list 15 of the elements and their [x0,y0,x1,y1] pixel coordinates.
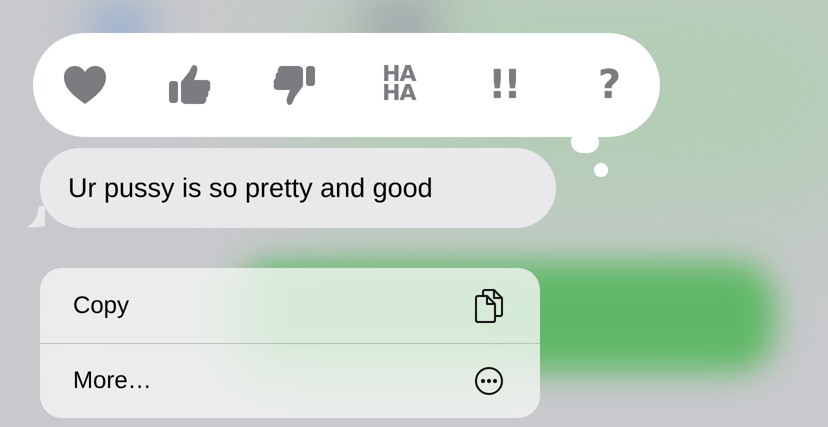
thumbs-up-icon[interactable] [168,64,212,106]
reaction-label[interactable]: ? [598,65,618,105]
reaction-label[interactable]: HA HA [381,66,416,104]
menu-item[interactable]: More… [40,343,540,418]
menu-label: Copy [73,290,130,320]
heart-icon[interactable] [63,65,107,105]
message-text: Ur pussy is so pretty and good [68,172,433,205]
message-bubble[interactable]: Ur pussy is so pretty and good [40,148,556,228]
copy-icon [474,288,504,322]
menu-label: More… [73,366,152,396]
more-icon [474,366,504,396]
thumbs-down-icon[interactable] [272,64,316,106]
bubble-tail [27,206,45,228]
reaction-label[interactable]: !! [488,65,519,105]
menu-item[interactable]: Copy [40,268,540,343]
